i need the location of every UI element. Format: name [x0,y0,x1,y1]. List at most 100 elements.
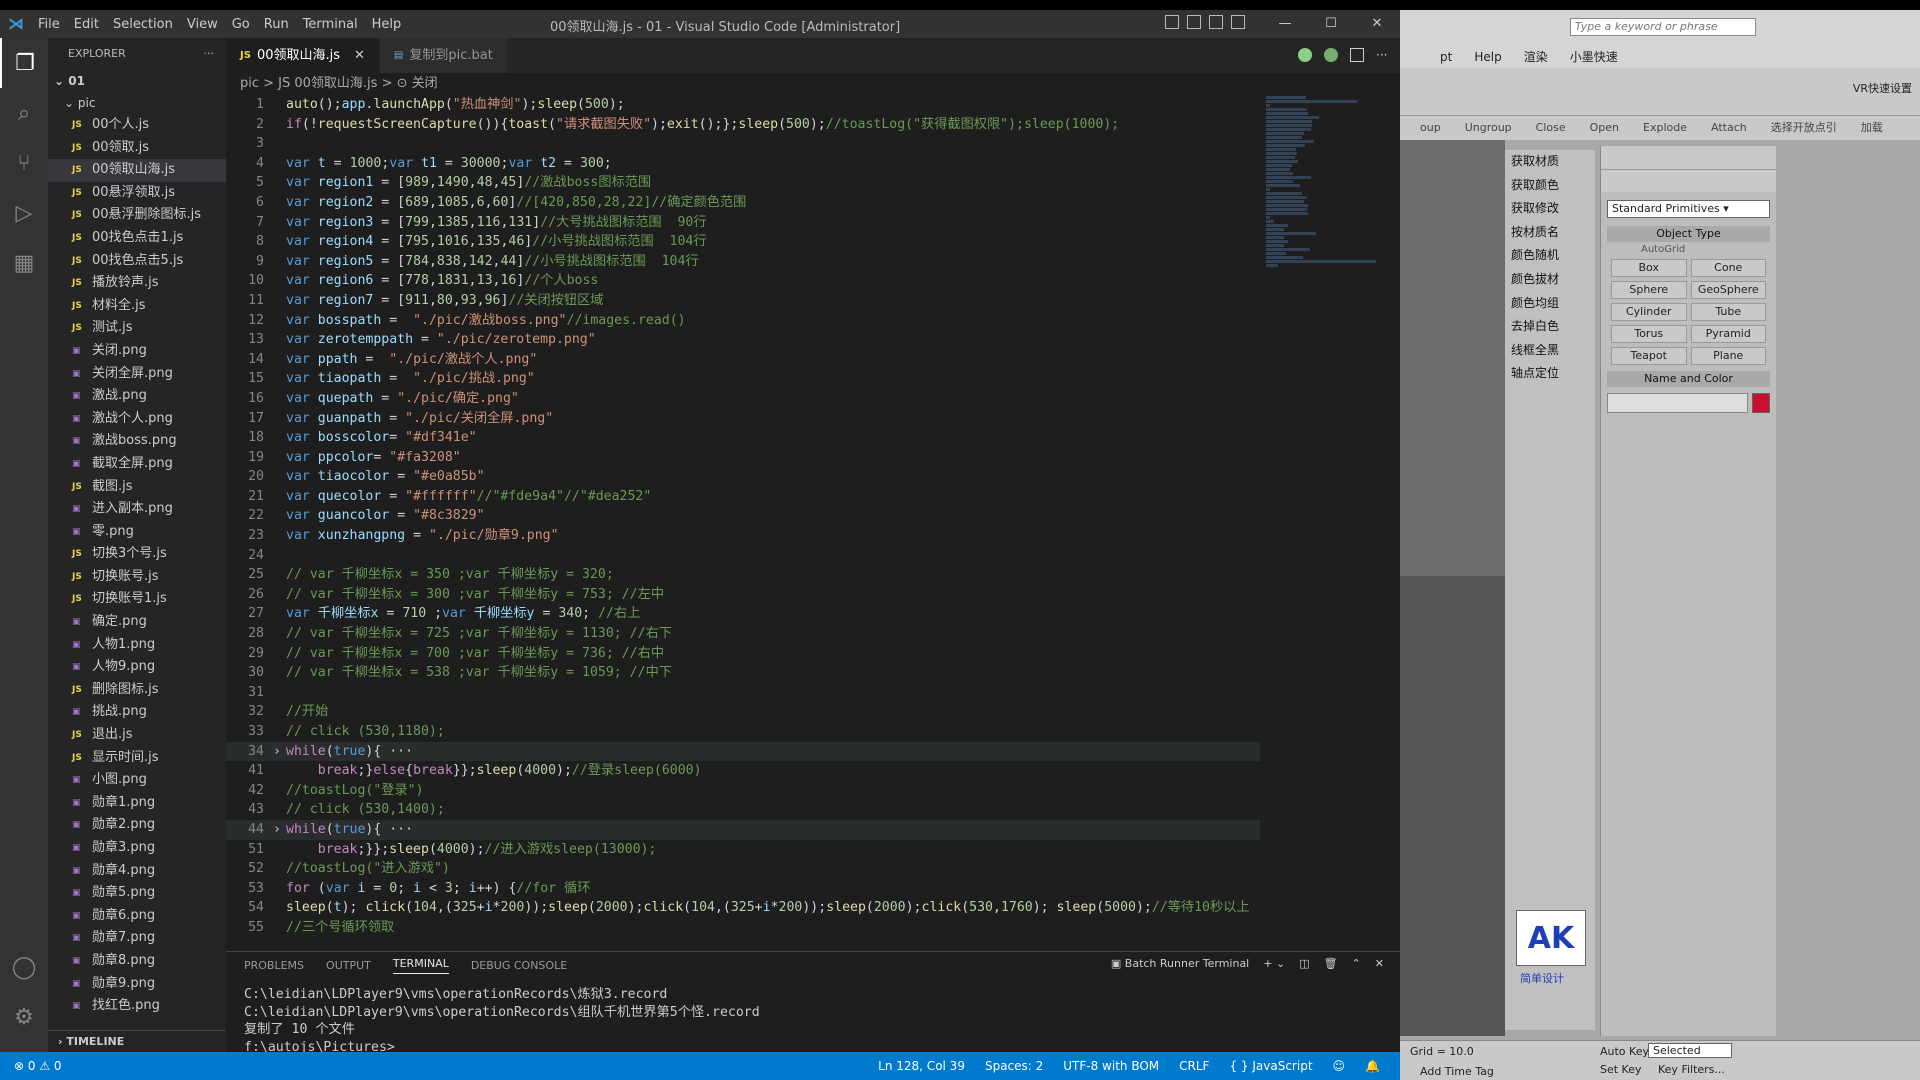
file-item[interactable]: JS 00领取山海.js [48,159,226,182]
file-item[interactable]: JS 材料全.js [48,295,226,318]
code-line[interactable]: 25 // var 千柳坐标x = 350 ;var 千柳坐标y = 320; [226,565,1260,585]
file-item[interactable]: ▣ 勋章6.png [48,905,226,928]
plugin-tool-button[interactable]: 获取修改 [1505,197,1595,221]
explorer-icon[interactable]: ❐ [0,38,48,88]
menu-item-run[interactable]: Run [264,17,289,32]
code-line[interactable]: 31 [226,683,1260,703]
primitives-dropdown[interactable]: Standard Primitives ▾ [1607,200,1770,218]
max-toolbar-label[interactable]: Attach [1711,116,1747,140]
max-search-input[interactable]: Type a keyword or phrase [1570,18,1756,36]
code-line[interactable]: 18 var bosscolor= "#df341e" [226,428,1260,448]
code-line[interactable]: 41 break;}else{break}};sleep(4000);//登录s… [226,761,1260,781]
plugin-tool-button[interactable]: 获取材质 [1505,150,1595,174]
code-line[interactable]: 21 var quecolor = "#ffffff"//"#fde9a4"//"… [226,487,1260,507]
file-item[interactable]: ▣ 勋章9.png [48,973,226,996]
code-line[interactable]: 29 // var 千柳坐标x = 700 ;var 千柳坐标y = 736; /… [226,644,1260,664]
code-line[interactable]: 51 break;}};sleep(4000);//进入游戏sleep(1300… [226,840,1260,860]
gear-icon[interactable]: ⚙ [0,992,48,1042]
max-toolbar-label[interactable]: oup [1420,116,1441,140]
file-item[interactable]: ▣ 找红色.png [48,995,226,1018]
file-item[interactable]: ▣ 小图.png [48,769,226,792]
plugin-tool-button[interactable]: 轴点定位 [1505,362,1595,386]
code-line[interactable]: 8 var region4 = [795,1016,135,46]//小号挑战图标… [226,232,1260,252]
primitive-box-button[interactable]: Box [1611,259,1687,277]
code-line[interactable]: 22 var guancolor = "#8c3829" [226,506,1260,526]
code-line[interactable]: 52 //toastLog("进入游戏") [226,859,1260,879]
close-icon[interactable]: ✕ [1354,10,1400,38]
file-item[interactable]: ▣ 进入副本.png [48,498,226,521]
code-line[interactable]: 11 var region7 = [911,80,93,96]//关闭按钮区域 [226,291,1260,311]
file-item[interactable]: JS 退出.js [48,724,226,747]
max-menu-item[interactable]: pt [1440,46,1452,68]
max-toolbar-label[interactable]: 加载 [1861,116,1883,140]
code-line[interactable]: 1 auto();app.launchApp("热血神剑");sleep(500)… [226,95,1260,115]
menu-item-terminal[interactable]: Terminal [303,17,358,32]
add-time-tag[interactable]: Add Time Tag [1420,1065,1494,1078]
plugin-tool-button[interactable]: 去掉白色 [1505,315,1595,339]
code-line[interactable]: 30 // var 千柳坐标x = 538 ;var 千柳坐标y = 1059; … [226,663,1260,683]
code-line[interactable]: 13 var zerotemppath = "./pic/zerotemp.png… [226,330,1260,350]
menu-item-go[interactable]: Go [232,17,250,32]
plugin-tool-button[interactable]: 颜色拔材 [1505,268,1595,292]
file-item[interactable]: JS 显示时间.js [48,747,226,770]
root-folder[interactable]: ⌄ 01 [48,70,226,92]
toggle-panel-icon[interactable] [1187,15,1201,29]
code-editor[interactable]: 1 auto();app.launchApp("热血神剑");sleep(500)… [226,95,1260,951]
account-icon[interactable]: ◯ [0,942,48,992]
file-item[interactable]: JS 切换账号1.js [48,588,226,611]
file-item[interactable]: JS 00悬浮删除图标.js [48,204,226,227]
code-line[interactable]: 12 var bosspath = "./pic/激战boss.png"//ima… [226,311,1260,331]
code-line[interactable]: 54 sleep(t); click(104,(325+i*200));sleep… [226,898,1260,918]
more-actions-icon[interactable]: ··· [204,38,215,70]
code-line[interactable]: 16 var quepath = "./pic/确定.png" [226,389,1260,409]
panel-tab-output[interactable]: OUTPUT [326,959,371,972]
max-toolbar-label[interactable]: Close [1536,116,1566,140]
selected-dropdown[interactable]: Selected [1648,1043,1732,1058]
code-line[interactable]: 5 var region1 = [989,1490,48,45]//激战boss图… [226,173,1260,193]
cursor-position[interactable]: Ln 128, Col 39 [878,1059,965,1073]
code-line[interactable]: 10 var region6 = [778,1831,13,16]//个人boss [226,271,1260,291]
file-item[interactable]: ▣ 关闭全屏.png [48,363,226,386]
language-mode[interactable]: { } JavaScript [1229,1059,1312,1073]
extensions-icon[interactable]: ▦ [0,238,48,288]
file-item[interactable]: ▣ 挑战.png [48,701,226,724]
file-item[interactable]: JS 播放铃声.js [48,272,226,295]
file-item[interactable]: ▣ 勋章8.png [48,950,226,973]
code-line[interactable]: 4 var t = 1000;var t1 = 30000;var t2 = 30… [226,154,1260,174]
primitive-cylinder-button[interactable]: Cylinder [1611,303,1687,321]
menu-item-file[interactable]: File [38,17,60,32]
primitive-plane-button[interactable]: Plane [1690,347,1766,365]
code-line[interactable]: 14 var ppath = "./pic/激战个人.png" [226,350,1260,370]
code-line[interactable]: 3 [226,134,1260,154]
max-toolbar-label[interactable]: 选择开放点引 [1771,116,1837,140]
max-menu-item[interactable]: 小墨快速 [1570,46,1618,68]
code-line[interactable]: 6 var region2 = [689,1085,6,60]//[420,850… [226,193,1260,213]
terminal-name[interactable]: ▣ Batch Runner Terminal [1111,957,1249,970]
primitive-torus-button[interactable]: Torus [1611,325,1687,343]
ak-label[interactable]: 简单设计 [1520,970,1564,986]
file-item[interactable]: JS 测试.js [48,317,226,340]
file-item[interactable]: JS 00个人.js [48,114,226,137]
vr-quick-setup[interactable]: VR快速设置 [1853,80,1912,96]
search-icon[interactable]: ⌕ [0,88,48,138]
object-type-header[interactable]: Object Type [1607,226,1770,242]
new-terminal-icon[interactable]: + ⌄ [1263,957,1285,970]
command-panel-tabs[interactable] [1601,146,1776,170]
primitive-teapot-button[interactable]: Teapot [1611,347,1687,365]
name-color-header[interactable]: Name and Color [1607,371,1770,387]
minimap[interactable] [1266,95,1386,785]
toggle-secondary-sidebar-icon[interactable] [1209,15,1223,29]
plugin-tool-button[interactable]: 按材质名 [1505,221,1595,245]
file-item[interactable]: ▣ 勋章7.png [48,927,226,950]
timeline-section[interactable]: › TIMELINE [48,1030,226,1052]
code-line[interactable]: 20 var tiaocolor = "#e0a85b" [226,467,1260,487]
code-line[interactable]: 15 var tiaopath = "./pic/挑战.png" [226,369,1260,389]
file-item[interactable]: ▣ 关闭.png [48,340,226,363]
code-line[interactable]: 17 var guanpath = "./pic/关闭全屏.png" [226,409,1260,429]
file-item[interactable]: JS 00找色点击1.js [48,227,226,250]
kill-terminal-icon[interactable]: 🗑 [1324,957,1338,970]
menu-item-help[interactable]: Help [372,17,402,32]
code-line[interactable]: 32 //开始 [226,702,1260,722]
editor-tab[interactable]: JS 00领取山海.js ✕ [226,38,380,73]
viewport[interactable] [1400,140,1505,576]
